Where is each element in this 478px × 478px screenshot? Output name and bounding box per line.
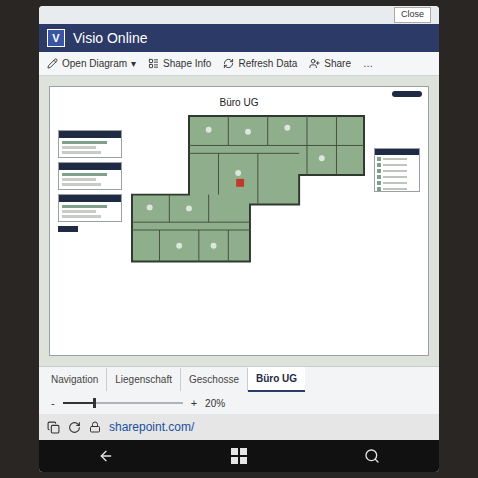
toolbar-button[interactable]: … (363, 56, 373, 71)
zoom-reading: 20% (205, 396, 225, 411)
top-strip: Close (39, 6, 439, 24)
search-icon[interactable] (364, 448, 380, 464)
app-header: V Visio Online (39, 24, 439, 52)
address-field[interactable]: sharepoint.com/ (109, 418, 194, 436)
legend-card (58, 194, 122, 222)
right-legend (374, 148, 420, 192)
zoom-slider[interactable] (63, 402, 183, 404)
legend-card (58, 130, 122, 158)
toolbar-button[interactable]: Shape Info (148, 56, 211, 71)
system-nav-bar (39, 440, 439, 472)
toolbar-icon (309, 58, 320, 69)
tabs-icon[interactable] (47, 421, 60, 434)
diagram-page: Büro UG (49, 86, 429, 356)
browser-address-bar: sharepoint.com/ (39, 414, 439, 440)
left-legend (58, 130, 122, 232)
page-badge (392, 91, 422, 97)
visio-logo-icon: V (47, 29, 65, 47)
windows-icon[interactable] (231, 448, 247, 464)
toolbar-icon (47, 58, 58, 69)
back-icon[interactable] (98, 448, 114, 464)
refresh-icon[interactable] (68, 421, 81, 434)
zoom-in-button[interactable]: + (191, 395, 197, 412)
phone-screen: Close V Visio Online Open Diagram▾ Shape Inf… (39, 6, 439, 472)
toolbar: Open Diagram▾ Shape Info Refresh Data Share… (39, 52, 439, 76)
toolbar-button[interactable]: Share (309, 56, 351, 71)
diagram-title: Büro UG (58, 95, 420, 110)
zoom-bar: - +20% (39, 392, 439, 414)
toolbar-icon (223, 58, 234, 69)
legend-card (58, 162, 122, 190)
floor-plan[interactable] (130, 114, 366, 271)
zoom-out-button[interactable]: - (51, 395, 55, 412)
app-title: Visio Online (73, 28, 147, 49)
photo-frame: Close V Visio Online Open Diagram▾ Shape Inf… (0, 0, 478, 478)
close-button[interactable]: Close (394, 7, 431, 23)
page-tabs: NavigationLiegenschaftGeschosseBüro UG (39, 366, 439, 392)
page-tab[interactable]: Liegenschaft (107, 368, 181, 391)
lock-icon (89, 421, 101, 433)
page-tab[interactable]: Navigation (43, 368, 107, 391)
toolbar-icon (148, 58, 159, 69)
toolbar-button[interactable]: Refresh Data (223, 56, 297, 71)
toolbar-button[interactable]: Open Diagram▾ (47, 56, 136, 71)
page-tab[interactable]: Büro UG (248, 367, 305, 392)
page-tab[interactable]: Geschosse (181, 368, 248, 391)
diagram-canvas: Büro UG (39, 76, 439, 366)
